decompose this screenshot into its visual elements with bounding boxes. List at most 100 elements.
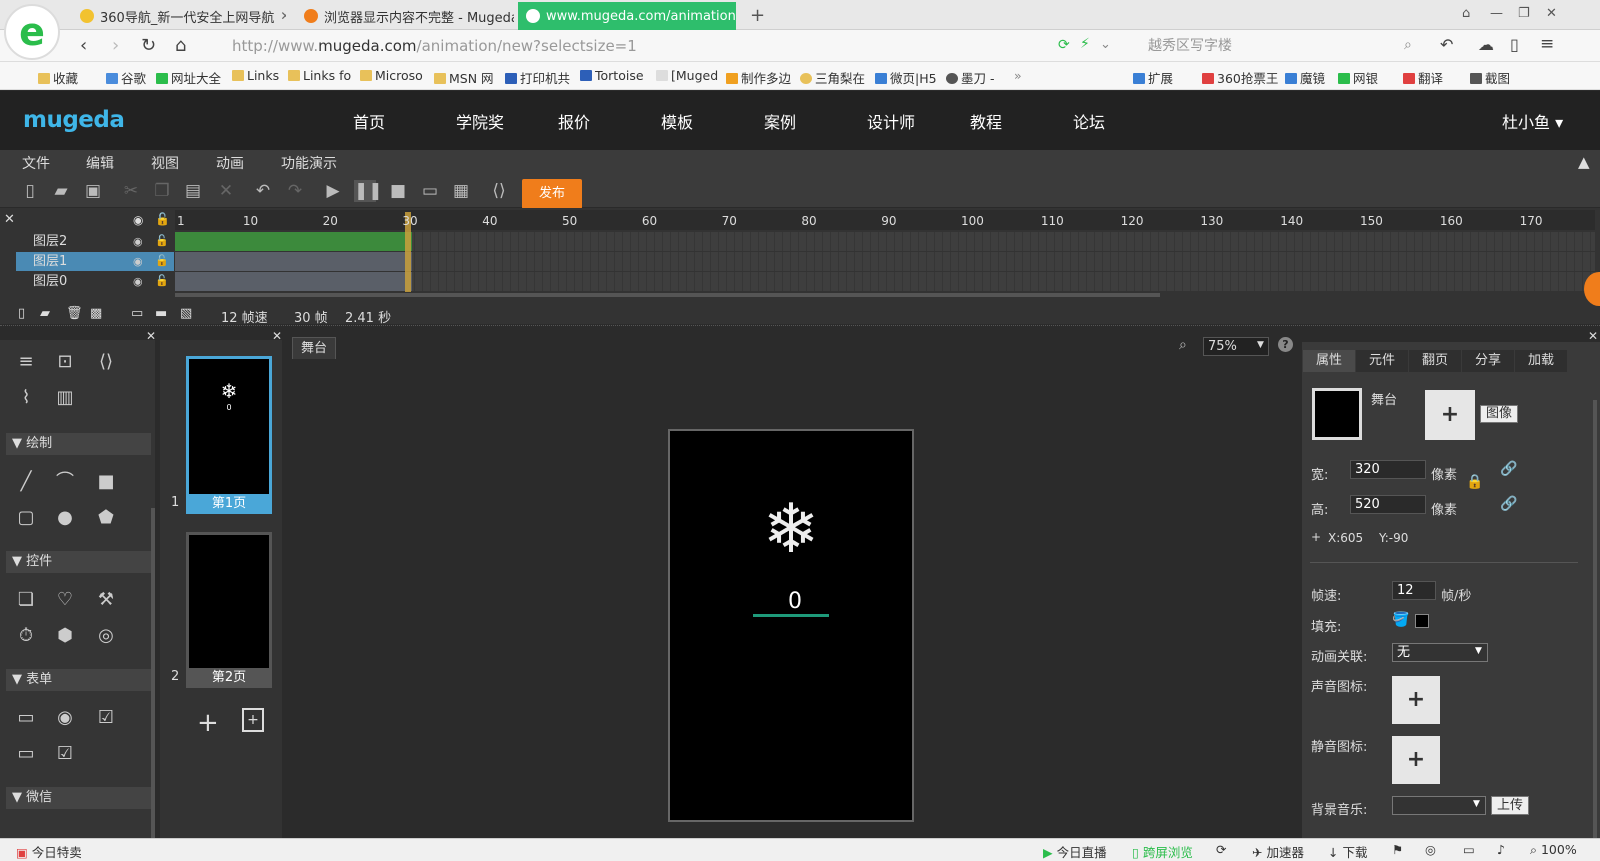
counter-text[interactable]: 0	[780, 589, 810, 614]
section-controls[interactable]: ▼ 控件	[6, 551, 151, 573]
bookmark-item[interactable]: MSN 网	[434, 68, 494, 87]
section-form[interactable]: ▼ 表单	[6, 669, 151, 691]
search-input[interactable]: 越秀区写字楼	[1128, 35, 1428, 57]
help-icon[interactable]: ?	[1278, 337, 1293, 352]
paste-icon[interactable]: ▤	[182, 180, 204, 202]
lock-icon[interactable]: 🔓	[155, 234, 169, 247]
browser-logo-icon[interactable]: e	[4, 4, 60, 60]
close-icon[interactable]: ✕	[280, 9, 286, 23]
lightning-icon[interactable]: ⚡	[1080, 36, 1090, 52]
mugeda-logo[interactable]: mugeda	[23, 107, 125, 133]
trash-icon[interactable]: 🗑	[66, 306, 83, 321]
home-icon[interactable]: ⌂	[175, 35, 186, 56]
page-label[interactable]: 第1页	[186, 494, 272, 514]
progress-line[interactable]	[753, 614, 829, 617]
script-icon[interactable]: ⟨⟩	[488, 180, 510, 202]
menu-edit[interactable]: 编辑	[86, 153, 114, 173]
fill-color-swatch[interactable]	[1415, 614, 1429, 628]
paint-bucket-icon[interactable]: 🪣	[1392, 612, 1409, 628]
add-image-button[interactable]: +	[1425, 390, 1475, 440]
film-icon[interactable]: ▥	[53, 386, 77, 410]
eye-icon[interactable]: ◉	[133, 213, 143, 227]
fps-input[interactable]: 12	[1392, 581, 1436, 600]
search-icon[interactable]: ⌕	[1404, 37, 1412, 53]
link-icon[interactable]: 🔗	[1500, 461, 1517, 477]
zoom-level[interactable]: ⌕ 100%	[1530, 842, 1577, 858]
preview-icon[interactable]: ▭	[419, 180, 441, 202]
nav-forum[interactable]: 论坛	[1073, 109, 1105, 133]
properties-scrollbar[interactable]	[1593, 400, 1597, 838]
polygon-tool-icon[interactable]: ⬟	[94, 506, 118, 530]
bookmark-item[interactable]: Microso	[360, 68, 423, 83]
add-folder-icon[interactable]: ▰	[40, 306, 50, 321]
layer-row[interactable]: 图层0	[16, 272, 174, 291]
qrcode-icon[interactable]: ▦	[450, 180, 472, 202]
width-input[interactable]: 320	[1350, 460, 1426, 479]
redo-icon[interactable]: ↷	[284, 180, 306, 202]
dropdown-icon[interactable]: ▭	[14, 742, 38, 766]
nav-pricing[interactable]: 报价	[558, 109, 590, 133]
presentation-icon[interactable]: ⊡	[53, 350, 77, 374]
anim-link-select[interactable]: 无	[1392, 643, 1488, 662]
close-timeline-icon[interactable]: ✕	[4, 212, 15, 227]
image-button[interactable]: 图像	[1480, 405, 1518, 423]
download-link[interactable]: ↓ 下载	[1328, 842, 1367, 861]
new-tab-button[interactable]: +	[750, 5, 765, 26]
ext-bookmark-item[interactable]: 网银	[1338, 68, 1378, 87]
bg-music-select[interactable]	[1392, 796, 1486, 815]
undo-icon[interactable]: ↶	[1440, 35, 1453, 54]
save-icon[interactable]: ▣	[82, 180, 104, 202]
live-link[interactable]: ▶ 今日直播	[1043, 842, 1107, 861]
add-mute-icon-button[interactable]: +	[1392, 736, 1440, 784]
menu-file[interactable]: 文件	[22, 153, 50, 173]
tab-properties[interactable]: 属性	[1303, 350, 1355, 372]
tab-page-turn[interactable]: 翻页	[1409, 350, 1461, 372]
upload-button[interactable]: 上传	[1491, 796, 1529, 815]
browser-tab-3-active[interactable]: www.mugeda.com/animation/n ✕	[518, 2, 736, 30]
add-page-copy-icon[interactable]: +	[242, 708, 264, 732]
daily-deals-link[interactable]: ▣ 今日特卖	[16, 842, 82, 861]
menu-icon[interactable]: ≡	[1540, 34, 1554, 54]
dice-icon[interactable]: ⬢	[53, 624, 77, 648]
lock-aspect-icon[interactable]: 🔒	[1466, 474, 1483, 490]
menu-view[interactable]: 视图	[151, 153, 179, 173]
bookmark-item[interactable]: 网址大全	[156, 68, 221, 87]
forward-icon[interactable]: ›	[112, 35, 119, 56]
hammer-icon[interactable]: ⚒	[94, 588, 118, 612]
window-icon[interactable]: ▭	[1463, 842, 1475, 857]
bookmark-item[interactable]: [Muged	[656, 68, 718, 83]
browser-tab-1[interactable]: 360导航_新一代安全上网导航 ✕	[72, 2, 286, 30]
restore-icon[interactable]: ❐	[1518, 6, 1530, 21]
page-thumbnail[interactable]	[186, 532, 272, 688]
layer-copy-icon[interactable]: ▩	[90, 306, 102, 321]
undo-icon[interactable]: ↶	[252, 180, 274, 202]
user-menu[interactable]: 杜小鱼 ▾	[1502, 109, 1563, 133]
open-folder-icon[interactable]: ▰	[50, 180, 72, 202]
tab-stage[interactable]: 舞台	[292, 337, 336, 359]
nav-templates[interactable]: 模板	[661, 109, 693, 133]
cards-icon[interactable]: ❏	[14, 588, 38, 612]
close-window-icon[interactable]: ✕	[1546, 6, 1557, 21]
timer-icon[interactable]: ⏱	[14, 624, 38, 648]
tab-loading[interactable]: 加载	[1515, 350, 1567, 372]
stage-canvas[interactable]	[668, 429, 914, 822]
lock-icon[interactable]: 🔓	[155, 254, 169, 267]
url-input[interactable]: http://www.mugeda.com/animation/new?sele…	[210, 35, 1045, 57]
input-field-icon[interactable]: ▭	[14, 706, 38, 730]
globe-icon[interactable]: ◎	[94, 624, 118, 648]
copy-icon[interactable]: ❐	[151, 180, 173, 202]
bookmark-item[interactable]: 三角梨在	[800, 68, 865, 87]
menu-animation[interactable]: 动画	[216, 153, 244, 173]
refresh-icon[interactable]: ⟳	[1216, 842, 1226, 857]
rectangle-tool-icon[interactable]: ■	[94, 470, 118, 494]
line-tool-icon[interactable]: ╱	[14, 470, 38, 494]
cut-icon[interactable]: ✂	[120, 180, 142, 202]
bookmark-item[interactable]: Links	[232, 68, 279, 83]
nav-cases[interactable]: 案例	[764, 109, 796, 133]
keyframe-icon[interactable]: ▬	[155, 306, 167, 321]
lock-icon[interactable]: 🔓	[155, 212, 170, 226]
nav-designers[interactable]: 设计师	[867, 109, 915, 133]
ext-bookmark-item[interactable]: 翻译	[1403, 68, 1443, 87]
pause-icon[interactable]: ❚❚	[354, 180, 383, 202]
tab-symbols[interactable]: 元件	[1356, 350, 1408, 372]
